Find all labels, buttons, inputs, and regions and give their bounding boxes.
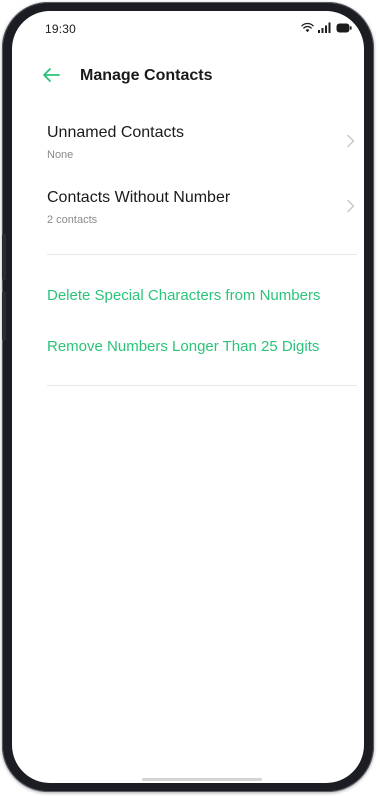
volume-button <box>2 234 6 280</box>
phone-frame: 19:30 Manage Contacts Unnamed Contacts N… <box>2 2 374 792</box>
page-title: Manage Contacts <box>80 67 213 84</box>
item-subtitle: 2 contacts <box>47 214 98 226</box>
arrow-left-icon <box>40 68 62 90</box>
screen: 19:30 Manage Contacts Unnamed Contacts N… <box>12 11 364 783</box>
item-title: Unnamed Contacts <box>47 124 184 141</box>
section-divider <box>47 254 357 255</box>
status-time: 19:30 <box>45 22 77 36</box>
item-subtitle: None <box>47 149 74 161</box>
contacts-without-number-item[interactable]: Contacts Without Number 2 contacts <box>12 189 364 241</box>
home-indicator[interactable] <box>142 778 262 781</box>
delete-special-characters-action[interactable]: Delete Special Characters from Numbers <box>47 287 320 304</box>
item-title: Contacts Without Number <box>47 189 231 206</box>
cellular-signal-icon <box>318 20 332 38</box>
power-button <box>2 292 6 340</box>
section-divider <box>47 385 357 386</box>
header: Manage Contacts <box>12 61 364 91</box>
remove-long-numbers-action[interactable]: Remove Numbers Longer Than 25 Digits <box>47 338 319 355</box>
wifi-icon <box>301 20 314 38</box>
status-bar: 19:30 <box>12 11 364 47</box>
battery-icon <box>336 20 352 38</box>
chevron-right-icon <box>346 134 356 148</box>
unnamed-contacts-item[interactable]: Unnamed Contacts None <box>12 124 364 176</box>
status-icons <box>301 20 352 38</box>
back-button[interactable] <box>40 64 62 86</box>
chevron-right-icon <box>346 199 356 213</box>
